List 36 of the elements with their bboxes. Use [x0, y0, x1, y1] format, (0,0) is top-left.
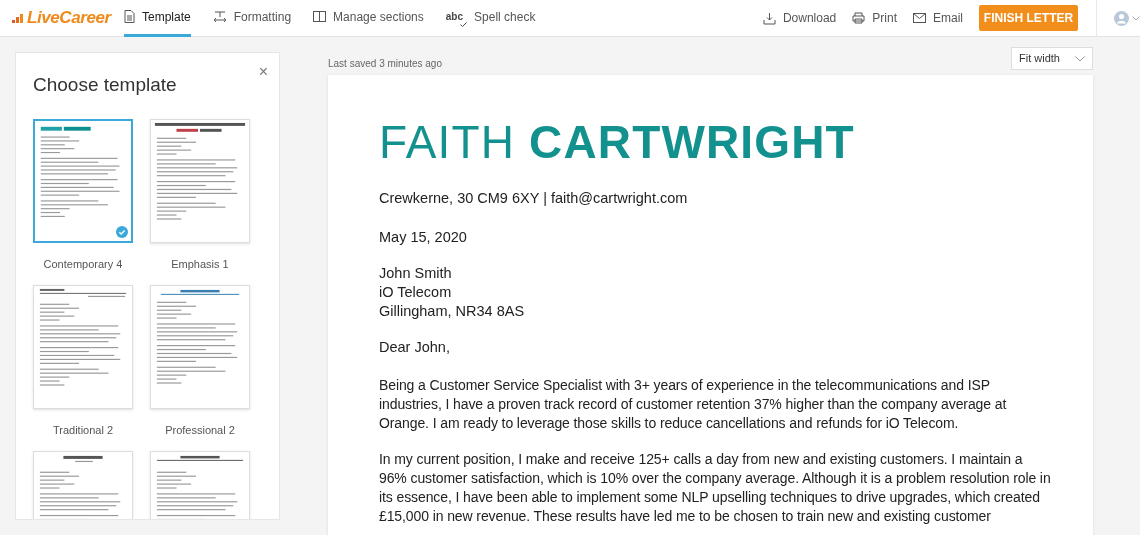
- document-icon: [124, 10, 135, 23]
- letter-date[interactable]: May 15, 2020: [379, 228, 1053, 247]
- recipient-line[interactable]: John Smith: [379, 264, 1053, 283]
- action-button[interactable]: Download: [762, 9, 837, 27]
- template-name: Contemporary 4: [43, 256, 123, 270]
- template-name: Emphasis 1: [171, 256, 229, 270]
- template-name: Professional 2: [165, 422, 235, 436]
- toolbar-tab[interactable]: Formatting: [212, 0, 292, 37]
- letter-name[interactable]: FAITH CARTWRIGHT: [379, 117, 1053, 167]
- toolbar-tab[interactable]: abc Spell check: [445, 0, 536, 37]
- contact-line[interactable]: Crewkerne, 30 CM9 6XY | faith@cartwright.com: [379, 189, 1053, 208]
- template-name: Traditional 2: [52, 422, 114, 436]
- logo-icon: [12, 13, 25, 23]
- checkmark-icon: [116, 225, 128, 238]
- toolbar-tab[interactable]: Template: [124, 0, 191, 37]
- zoom-dropdown[interactable]: Fit width: [1011, 47, 1093, 70]
- print-icon: [852, 12, 866, 24]
- avatar-icon[interactable]: [1114, 10, 1129, 26]
- chevron-down-icon: [1075, 55, 1085, 62]
- letter-paragraph[interactable]: In my current position, I make and receive 125+ calls a day from new and existing customers. I maintain a 96% customer satisfaction, which is 10% over the company average. Although it is a problem resolution role in its essence, I have been able to implement some NLP upselling techniques to drive upgrades, which created £15,000 in new revenue. These results have led me to be chosen to train new and existing customer: [379, 450, 1051, 526]
- template-card[interactable]: [33, 118, 133, 243]
- mail-icon: [913, 13, 926, 23]
- action-button[interactable]: Email: [913, 9, 963, 27]
- action-button[interactable]: Print: [852, 9, 897, 27]
- greeting[interactable]: Dear John,: [379, 338, 1053, 357]
- last-saved-text: Last saved 3 minutes ago: [328, 57, 442, 71]
- recipient-line[interactable]: iO Telecom: [379, 283, 1053, 302]
- toolbar-tab[interactable]: Manage sections: [313, 0, 424, 37]
- letter-paragraph[interactable]: Being a Customer Service Specialist with 3+ years of experience in the telecommunications and ISP industries, I have a proven track record of customer retention 37% higher than the company average at Orange. I am ready to leverage those skills to reduce cancellations and refunds for iO Telecom.: [379, 376, 1051, 433]
- chevron-down-icon[interactable]: [1132, 15, 1140, 21]
- columns-icon: [313, 11, 327, 22]
- panel-title: Choose template: [33, 73, 177, 97]
- close-button[interactable]: ×: [258, 64, 268, 80]
- download-icon: [762, 11, 776, 25]
- formatting-icon: [212, 10, 227, 23]
- recipient-line[interactable]: Gillingham, NR34 8AS: [379, 302, 1053, 321]
